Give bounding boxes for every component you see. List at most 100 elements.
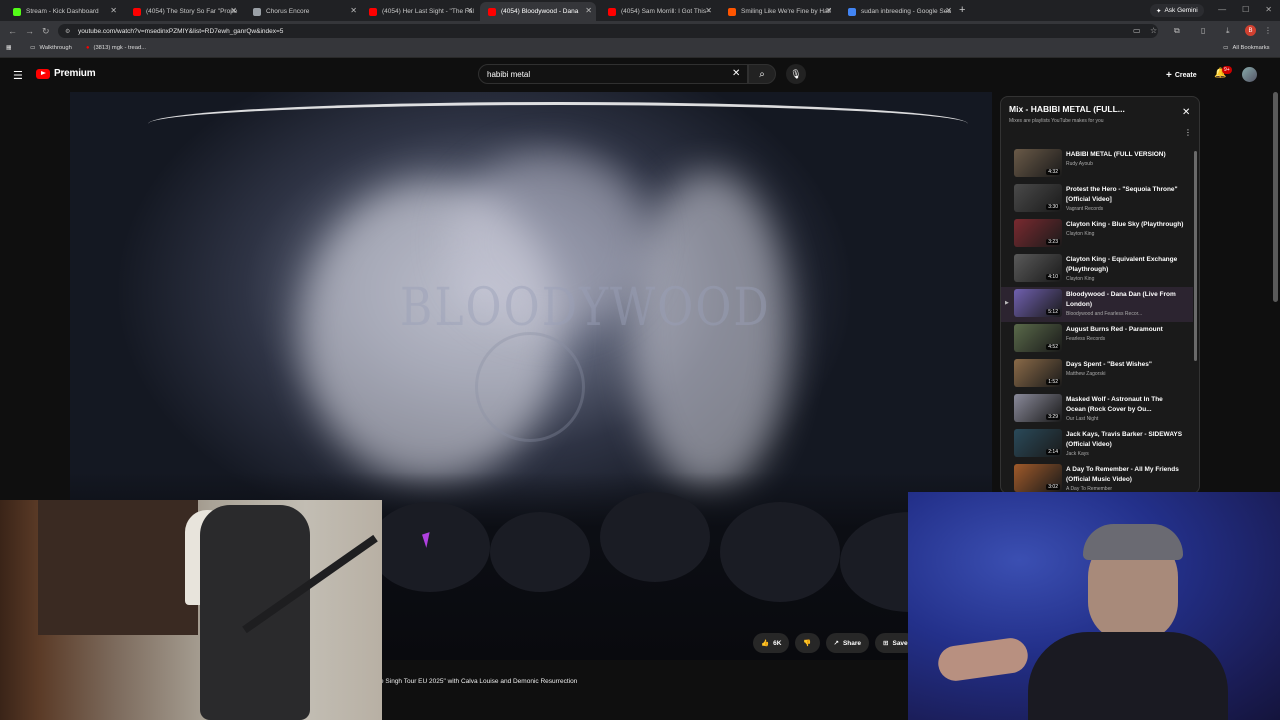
browser-tab[interactable]: (4054) The Story So Far "Prope ✕ (125, 2, 241, 21)
playlist-item-title[interactable]: Days Spent - "Best Wishes" (1066, 360, 1184, 370)
playlist-item-title[interactable]: Protest the Hero - "Sequoia Throne" [Off… (1066, 185, 1184, 204)
browser-tab[interactable]: Smiling Like We're Fine by Half ✕ (720, 2, 836, 21)
share-button[interactable]: ↗ Share (825, 633, 870, 653)
playlist-item[interactable]: 3:29 Masked Wolf - Astronaut In The Ocean… (1001, 392, 1193, 427)
sidepanel-icon[interactable]: ▯ (1201, 26, 1205, 36)
playlist-thumbnail[interactable]: 4:10 (1014, 254, 1062, 282)
playlist-item-title[interactable]: Jack Kays, Travis Barker - SIDEWAYS (Off… (1066, 430, 1184, 449)
browser-tab[interactable]: Stream - Kick Dashboard ✕ (5, 2, 121, 21)
forward-icon[interactable]: → (25, 25, 34, 37)
search-input[interactable]: habibi metal (478, 64, 748, 84)
playlist-title[interactable]: Mix - HABIBI METAL (FULL... (1009, 104, 1125, 114)
hamburger-menu-icon[interactable]: ☰ (13, 69, 23, 82)
playlist-item[interactable]: 4:32 HABIBI METAL (FULL VERSION) Rudy Ayou… (1001, 147, 1193, 182)
browser-tab[interactable]: (4054) Her Last Sight - "The Fal ✕ (361, 2, 477, 21)
playlist-item[interactable]: 3:02 A Day To Remember - All My Friends (… (1001, 462, 1193, 493)
apps-grid-icon[interactable]: ▦ (6, 45, 11, 51)
mix-playlist-panel: Mix - HABIBI METAL (FULL... Mixes are pl… (1000, 96, 1200, 494)
playlist-item-title[interactable]: Clayton King - Blue Sky (Playthrough) (1066, 220, 1184, 230)
streamer-hand (936, 635, 1030, 684)
playlist-item-title[interactable]: HABIBI METAL (FULL VERSION) (1066, 150, 1184, 160)
playlist-thumbnail[interactable]: 3:30 (1014, 184, 1062, 212)
bookmark-label: Walkthrough (39, 45, 72, 51)
favicon-icon (133, 7, 141, 16)
account-avatar[interactable] (1242, 67, 1257, 82)
ask-gemini-button[interactable]: ✦ Ask Gemini (1150, 4, 1204, 17)
close-tab-icon[interactable]: ✕ (466, 7, 473, 15)
playlist-item-channel: Vagrant Records (1066, 205, 1104, 212)
playlist-item-title[interactable]: Clayton King - Equivalent Exchange (Play… (1066, 255, 1184, 274)
playlist-scrollbar[interactable] (1194, 151, 1197, 361)
like-button[interactable]: 👍 6K (753, 633, 790, 653)
create-button[interactable]: + Create (1160, 67, 1203, 83)
site-info-icon[interactable]: ⚙ (65, 28, 70, 35)
playlist-thumbnail[interactable]: 4:32 (1014, 149, 1062, 177)
playlist-thumbnail[interactable]: 3:29 (1014, 394, 1062, 422)
profile-avatar[interactable]: B (1245, 25, 1256, 36)
close-tab-icon[interactable]: ✕ (230, 7, 237, 15)
favicon-icon (608, 7, 616, 16)
maximize-icon[interactable]: ☐ (1242, 5, 1249, 14)
close-tab-icon[interactable]: ✕ (110, 7, 117, 15)
playlist-item-title[interactable]: August Burns Red - Paramount (1066, 325, 1184, 335)
search-button[interactable]: ⌕ (748, 64, 776, 84)
playlist-item[interactable]: 2:14 Jack Kays, Travis Barker - SIDEWAYS … (1001, 427, 1193, 462)
playlist-thumbnail[interactable]: 1:52 (1014, 359, 1062, 387)
playlist-thumbnail[interactable]: 4:52 (1014, 324, 1062, 352)
tab-title: (4054) Her Last Sight - "The Fal (382, 8, 474, 15)
playlist-item[interactable]: ▶ 5:12 Bloodywood - Dana Dan (Live From Lo… (1001, 287, 1193, 322)
playlist-item-title[interactable]: Masked Wolf - Astronaut In The Ocean (Ro… (1066, 395, 1184, 414)
close-playlist-icon[interactable]: ✕ (1182, 107, 1190, 118)
clear-search-icon[interactable]: ✕ (732, 68, 740, 79)
tab-title: Smiling Like We're Fine by Half (741, 8, 831, 15)
close-tab-icon[interactable]: ✕ (585, 7, 592, 15)
browser-tab[interactable]: sudan inbreeding - Google Sea ✕ (840, 2, 956, 21)
thumbs-down-icon: 👎 (803, 640, 812, 647)
close-tab-icon[interactable]: ✕ (350, 7, 357, 15)
playlist-thumbnail[interactable]: 5:12 (1014, 289, 1062, 317)
search-query: habibi metal (487, 69, 531, 79)
browser-tab[interactable]: (4054) Bloodywood - Dana ✕ (480, 2, 596, 21)
close-tab-icon[interactable]: ✕ (705, 7, 712, 15)
close-window-icon[interactable]: ✕ (1265, 5, 1272, 14)
playlist-thumbnail[interactable]: 3:02 (1014, 464, 1062, 492)
back-icon[interactable]: ← (8, 25, 17, 37)
browser-menu-icon[interactable]: ⋮ (1264, 26, 1272, 36)
playlist-item[interactable]: 4:52 August Burns Red - Paramount Fearless… (1001, 322, 1193, 357)
more-options-icon[interactable]: ⋮ (1184, 128, 1192, 137)
playlist-item[interactable]: 3:23 Clayton King - Blue Sky (Playthrough… (1001, 217, 1193, 252)
page-scrollbar[interactable] (1273, 92, 1278, 302)
playlist-item-channel: Rudy Ayoub (1066, 161, 1093, 167)
folder-icon: ▭ (1223, 45, 1229, 51)
dislike-button[interactable]: 👎 (795, 633, 820, 653)
reload-icon[interactable]: ↻ (42, 25, 50, 37)
bookmark-mgk[interactable]: ● (3813) mgk - tread... (86, 45, 146, 51)
close-tab-icon[interactable]: ✕ (825, 7, 832, 15)
thumbs-up-icon: 👍 (761, 640, 770, 647)
url-bar[interactable]: ⚙ youtube.com/watch?v=msedinxPZMIY&list=… (58, 24, 1158, 38)
ask-gemini-label: Ask Gemini (1164, 7, 1198, 14)
bookmark-star-icon[interactable]: ☆ (1150, 26, 1157, 36)
new-tab-button[interactable]: + (959, 4, 965, 16)
playlist-item[interactable]: 4:10 Clayton King - Equivalent Exchange (… (1001, 252, 1193, 287)
browser-tab[interactable]: (4054) Sam Morrill: I Got This - ✕ (600, 2, 716, 21)
extensions-icon[interactable]: ⧉ (1174, 26, 1180, 36)
playlist-thumbnail[interactable]: 2:14 (1014, 429, 1062, 457)
tab-title: sudan inbreeding - Google Sea (861, 8, 951, 15)
bookshelf (38, 500, 198, 635)
browser-tab[interactable]: Chorus Encore ✕ (245, 2, 361, 21)
all-bookmarks[interactable]: ▭ All Bookmarks (1223, 45, 1270, 51)
minimize-icon[interactable]: — (1218, 5, 1226, 14)
playlist-item-title[interactable]: A Day To Remember - All My Friends (Offi… (1066, 465, 1184, 484)
close-tab-icon[interactable]: ✕ (945, 7, 952, 15)
downloads-icon[interactable]: ⤓ (1226, 26, 1230, 36)
cast-icon[interactable]: ▭ (1133, 26, 1141, 36)
playlist-thumbnail[interactable]: 3:23 (1014, 219, 1062, 247)
playlist-item[interactable]: 3:30 Protest the Hero - "Sequoia Throne" … (1001, 182, 1193, 217)
bookmark-walkthrough[interactable]: ▭ Walkthrough (30, 45, 72, 51)
voice-search-button[interactable]: 🎙 (786, 64, 806, 84)
playlist-item[interactable]: 1:52 Days Spent - "Best Wishes" Matthew Za… (1001, 357, 1193, 392)
youtube-premium-logo[interactable]: Premium (36, 68, 96, 79)
playlist-item-title[interactable]: Bloodywood - Dana Dan (Live From London) (1066, 290, 1184, 309)
stage-light-arch (148, 102, 968, 124)
